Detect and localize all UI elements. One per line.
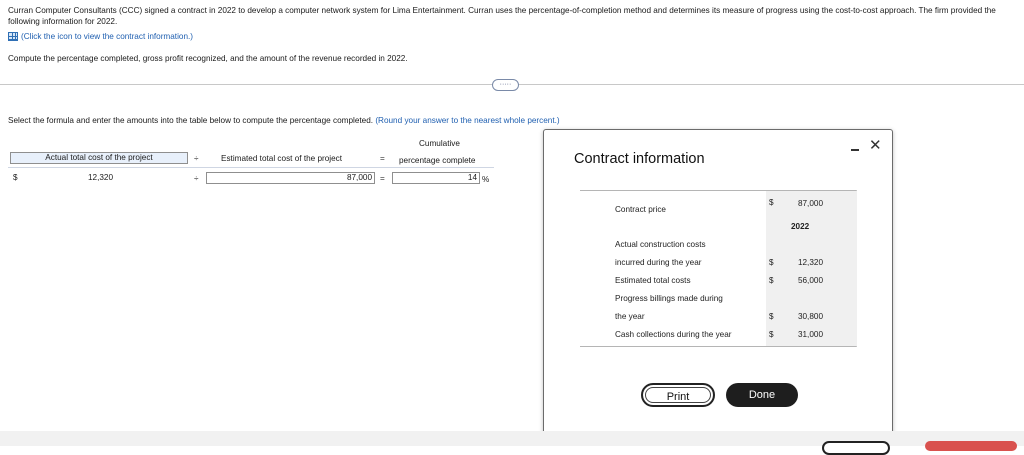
formula-label-percentage[interactable]: percentage complete bbox=[399, 155, 475, 166]
done-button[interactable]: Done bbox=[726, 383, 798, 407]
task-text: Compute the percentage completed, gross … bbox=[8, 54, 408, 63]
formula-label-estimated-cost[interactable]: Estimated total cost of the project bbox=[221, 153, 342, 164]
actual-cost-value: 12,320 bbox=[88, 173, 114, 182]
formula-select-actual-cost[interactable]: Actual total cost of the project bbox=[10, 152, 188, 164]
row-billings-line1: Progress billings made during bbox=[615, 294, 723, 303]
contract-price-value: 87,000 bbox=[797, 199, 823, 208]
billings-value: 30,800 bbox=[797, 312, 823, 321]
value-column-bg bbox=[766, 191, 857, 346]
estimated-cost-input[interactable]: 87,000 bbox=[206, 172, 375, 184]
instruction-main: Select the formula and enter the amounts… bbox=[8, 116, 374, 125]
contract-info-link[interactable]: (Click the icon to view the contract inf… bbox=[8, 31, 193, 42]
row-actual-costs-line2: incurred during the year bbox=[615, 258, 702, 267]
bottom-outline-button[interactable] bbox=[822, 441, 890, 455]
row-divider bbox=[8, 167, 494, 168]
contract-info-modal: Contract information ✕ Contract price $ … bbox=[543, 129, 893, 435]
row-collections: Cash collections during the year bbox=[615, 330, 732, 339]
actual-costs-value: 12,320 bbox=[797, 258, 823, 267]
row-actual-costs-line1: Actual construction costs bbox=[615, 240, 706, 249]
header-cumulative: Cumulative bbox=[419, 139, 460, 148]
problem-intro: Curran Computer Consultants (CCC) signed… bbox=[8, 6, 996, 26]
operator-equals-header: = bbox=[380, 154, 385, 163]
table-icon[interactable] bbox=[8, 32, 18, 41]
bottom-red-button[interactable] bbox=[925, 441, 1017, 451]
instruction-text: Select the formula and enter the amounts… bbox=[8, 115, 560, 126]
contract-info-table: Contract price $ 87,000 2022 Actual cons… bbox=[580, 190, 857, 347]
percentage-input[interactable]: 14 bbox=[392, 172, 480, 184]
print-button[interactable]: Print bbox=[641, 383, 715, 407]
row-billings-line2: the year bbox=[615, 312, 645, 321]
year-header: 2022 bbox=[791, 222, 810, 231]
instruction-hint: (Round your answer to the nearest whole … bbox=[375, 116, 560, 125]
operator-divide-header: ÷ bbox=[194, 154, 199, 163]
collections-value: 31,000 bbox=[797, 330, 823, 339]
close-icon[interactable]: ✕ bbox=[869, 138, 882, 154]
expand-button[interactable]: ····· bbox=[492, 79, 519, 91]
estimated-costs-value: 56,000 bbox=[797, 276, 823, 285]
currency-sign: $ bbox=[13, 173, 18, 182]
modal-title: Contract information bbox=[574, 151, 705, 167]
row-estimated-costs: Estimated total costs bbox=[615, 276, 691, 285]
percent-sign: % bbox=[482, 175, 490, 184]
operator-equals: = bbox=[380, 174, 385, 183]
row-contract-price: Contract price bbox=[615, 205, 666, 214]
minimize-icon[interactable] bbox=[849, 140, 861, 154]
contract-info-link-text[interactable]: (Click the icon to view the contract inf… bbox=[21, 31, 193, 42]
operator-divide: ÷ bbox=[194, 174, 199, 183]
